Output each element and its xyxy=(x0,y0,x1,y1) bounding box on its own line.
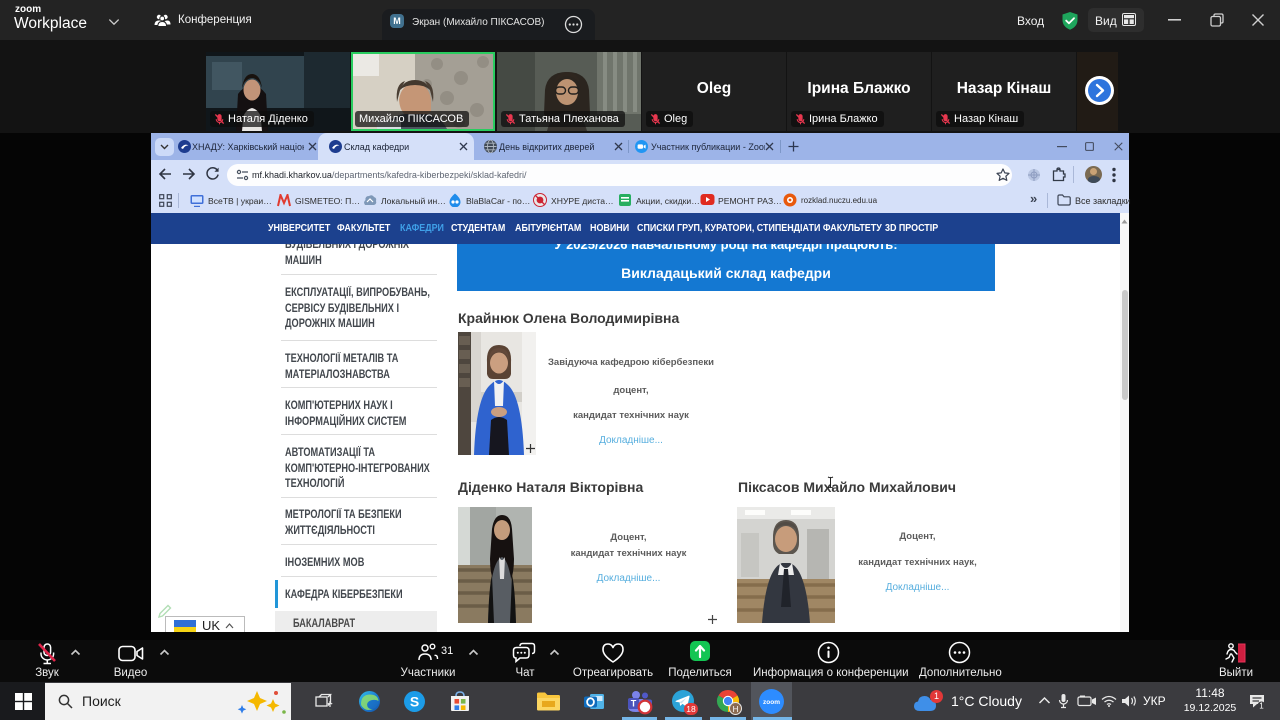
svg-text:T: T xyxy=(631,699,637,709)
svg-text:S: S xyxy=(410,694,419,710)
svg-text:1: 1 xyxy=(1259,702,1264,711)
